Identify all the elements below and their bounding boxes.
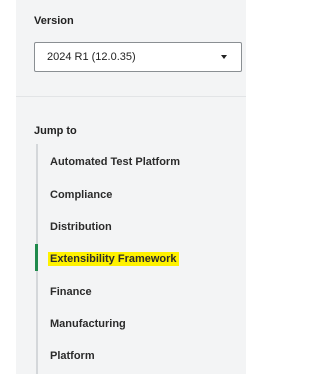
version-select[interactable]: 2024 R1 (12.0.35) <box>34 42 242 72</box>
nav-item-label: Compliance <box>50 189 113 201</box>
version-label: Version <box>34 15 74 27</box>
jump-to-heading: Jump to <box>34 125 77 137</box>
nav-item-distribution[interactable]: Distribution <box>48 219 114 236</box>
caret-down-icon <box>221 55 227 59</box>
nav-item-label: Extensibility Framework <box>48 252 179 266</box>
nav-item-finance[interactable]: Finance <box>48 284 94 301</box>
nav-item-label: Platform <box>50 350 95 362</box>
nav-item-manufacturing[interactable]: Manufacturing <box>48 316 128 333</box>
nav-item-label: Automated Test Platform <box>50 156 180 168</box>
nav-item-label: Distribution <box>50 221 112 233</box>
nav-active-indicator <box>35 244 38 271</box>
version-select-value: 2024 R1 (12.0.35) <box>47 51 136 63</box>
nav-item-automated-test-platform[interactable]: Automated Test Platform <box>48 154 182 171</box>
nav-item-label: Manufacturing <box>50 318 126 330</box>
nav-item-compliance[interactable]: Compliance <box>48 187 114 204</box>
nav-item-extensibility-framework[interactable]: Extensibility Framework <box>48 251 179 268</box>
nav-item-platform[interactable]: Platform <box>48 348 97 365</box>
nav-item-label: Finance <box>50 286 92 298</box>
divider <box>16 96 246 97</box>
